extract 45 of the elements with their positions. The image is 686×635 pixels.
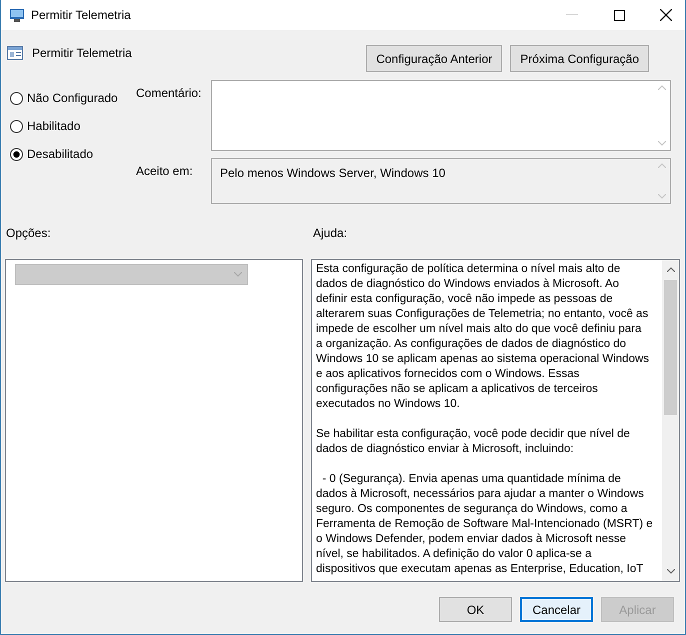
policy-title: Permitir Telemetria bbox=[32, 45, 132, 62]
scroll-thumb[interactable] bbox=[664, 280, 677, 415]
help-text-line: impede de escolher um nível mais alto do que você definiu para bbox=[316, 322, 642, 337]
help-text-line: Ferramenta de Remoção de Software Mal-Intencionado (MSRT) e bbox=[316, 517, 654, 532]
comment-label: Comentário: bbox=[136, 85, 202, 102]
help-text-line: Se habilitar esta configuração, você pode decidir que nível de bbox=[316, 427, 631, 442]
help-text-line: dados de diagnóstico enviar à Microsoft, incluindo: bbox=[316, 442, 575, 457]
help-text-line: Windows 10 se aplicam apenas ao sistema operacional Windows bbox=[316, 352, 650, 367]
radio-label[interactable]: Não Configurado bbox=[27, 89, 118, 107]
radio-button[interactable] bbox=[10, 92, 23, 104]
scrollbar[interactable] bbox=[662, 260, 679, 581]
app-icon bbox=[9, 7, 25, 23]
scroll-down-icon[interactable] bbox=[666, 569, 674, 574]
close-icon[interactable] bbox=[660, 9, 672, 21]
minimize-icon[interactable] bbox=[566, 14, 578, 16]
radio-label[interactable]: Habilitado bbox=[27, 117, 80, 135]
radio-label[interactable]: Desabilitado bbox=[27, 145, 94, 163]
help-text-line: nível, se habilitados. A definição do valor 0 aplica-se a bbox=[316, 547, 593, 562]
policy-icon bbox=[7, 45, 23, 61]
options-label: Opções: bbox=[6, 225, 52, 240]
nav-button[interactable]: Configuração Anterior bbox=[366, 45, 502, 72]
help-text-line: dispositivos que executam apenas as Enterprise, Education, IoT bbox=[316, 562, 644, 577]
help-text-line: definir esta configuração, você não impede as pessoas de bbox=[316, 292, 614, 307]
dialog-button[interactable]: OK bbox=[439, 597, 512, 622]
help-text-line: seguro. Os componentes de segurança do Windows, como a bbox=[316, 502, 628, 517]
help-text-line: o Windows Defender, podem enviar dados à Microsoft nesse bbox=[316, 532, 628, 547]
help-text-line: e aos aplicativos fornecidos com o Windows. Essas bbox=[316, 367, 580, 382]
help-text-line: - 0 (Segurança). Envia apenas uma quantidade mínima de bbox=[321, 472, 622, 487]
help-text-line: configurações não se aplicam a aplicativos de terceiros bbox=[316, 382, 599, 397]
help-text-line: dados de diagnóstico do Windows enviados à Microsoft. Ao bbox=[316, 277, 620, 292]
supported-label: Aceito em: bbox=[136, 163, 194, 180]
dialog-button[interactable]: Cancelar bbox=[520, 597, 593, 622]
window-title: Permitir Telemetria bbox=[31, 7, 131, 24]
nav-button[interactable]: Próxima Configuração bbox=[510, 45, 649, 72]
help-text-line: alterarem suas Configurações de Telemetria; no entanto, você as bbox=[316, 307, 650, 322]
radio-button[interactable] bbox=[10, 120, 23, 132]
help-text-line: executados no Windows 10. bbox=[316, 397, 461, 412]
help-text-line: Esta configuração de política determina o nível mais alto de bbox=[316, 262, 622, 277]
radio-button[interactable] bbox=[10, 148, 23, 160]
supported-text: Pelo menos Windows Server, Windows 10 bbox=[219, 165, 446, 182]
maximize-icon[interactable] bbox=[614, 10, 625, 20]
scroll-up-icon[interactable] bbox=[666, 267, 674, 272]
help-text-line: dados à Microsoft, necessários para ajudar a manter o Windows bbox=[316, 487, 645, 502]
help-text-line: a organização. As configurações de dados de diagnóstico do bbox=[316, 337, 628, 352]
help-label: Ajuda: bbox=[313, 225, 348, 240]
